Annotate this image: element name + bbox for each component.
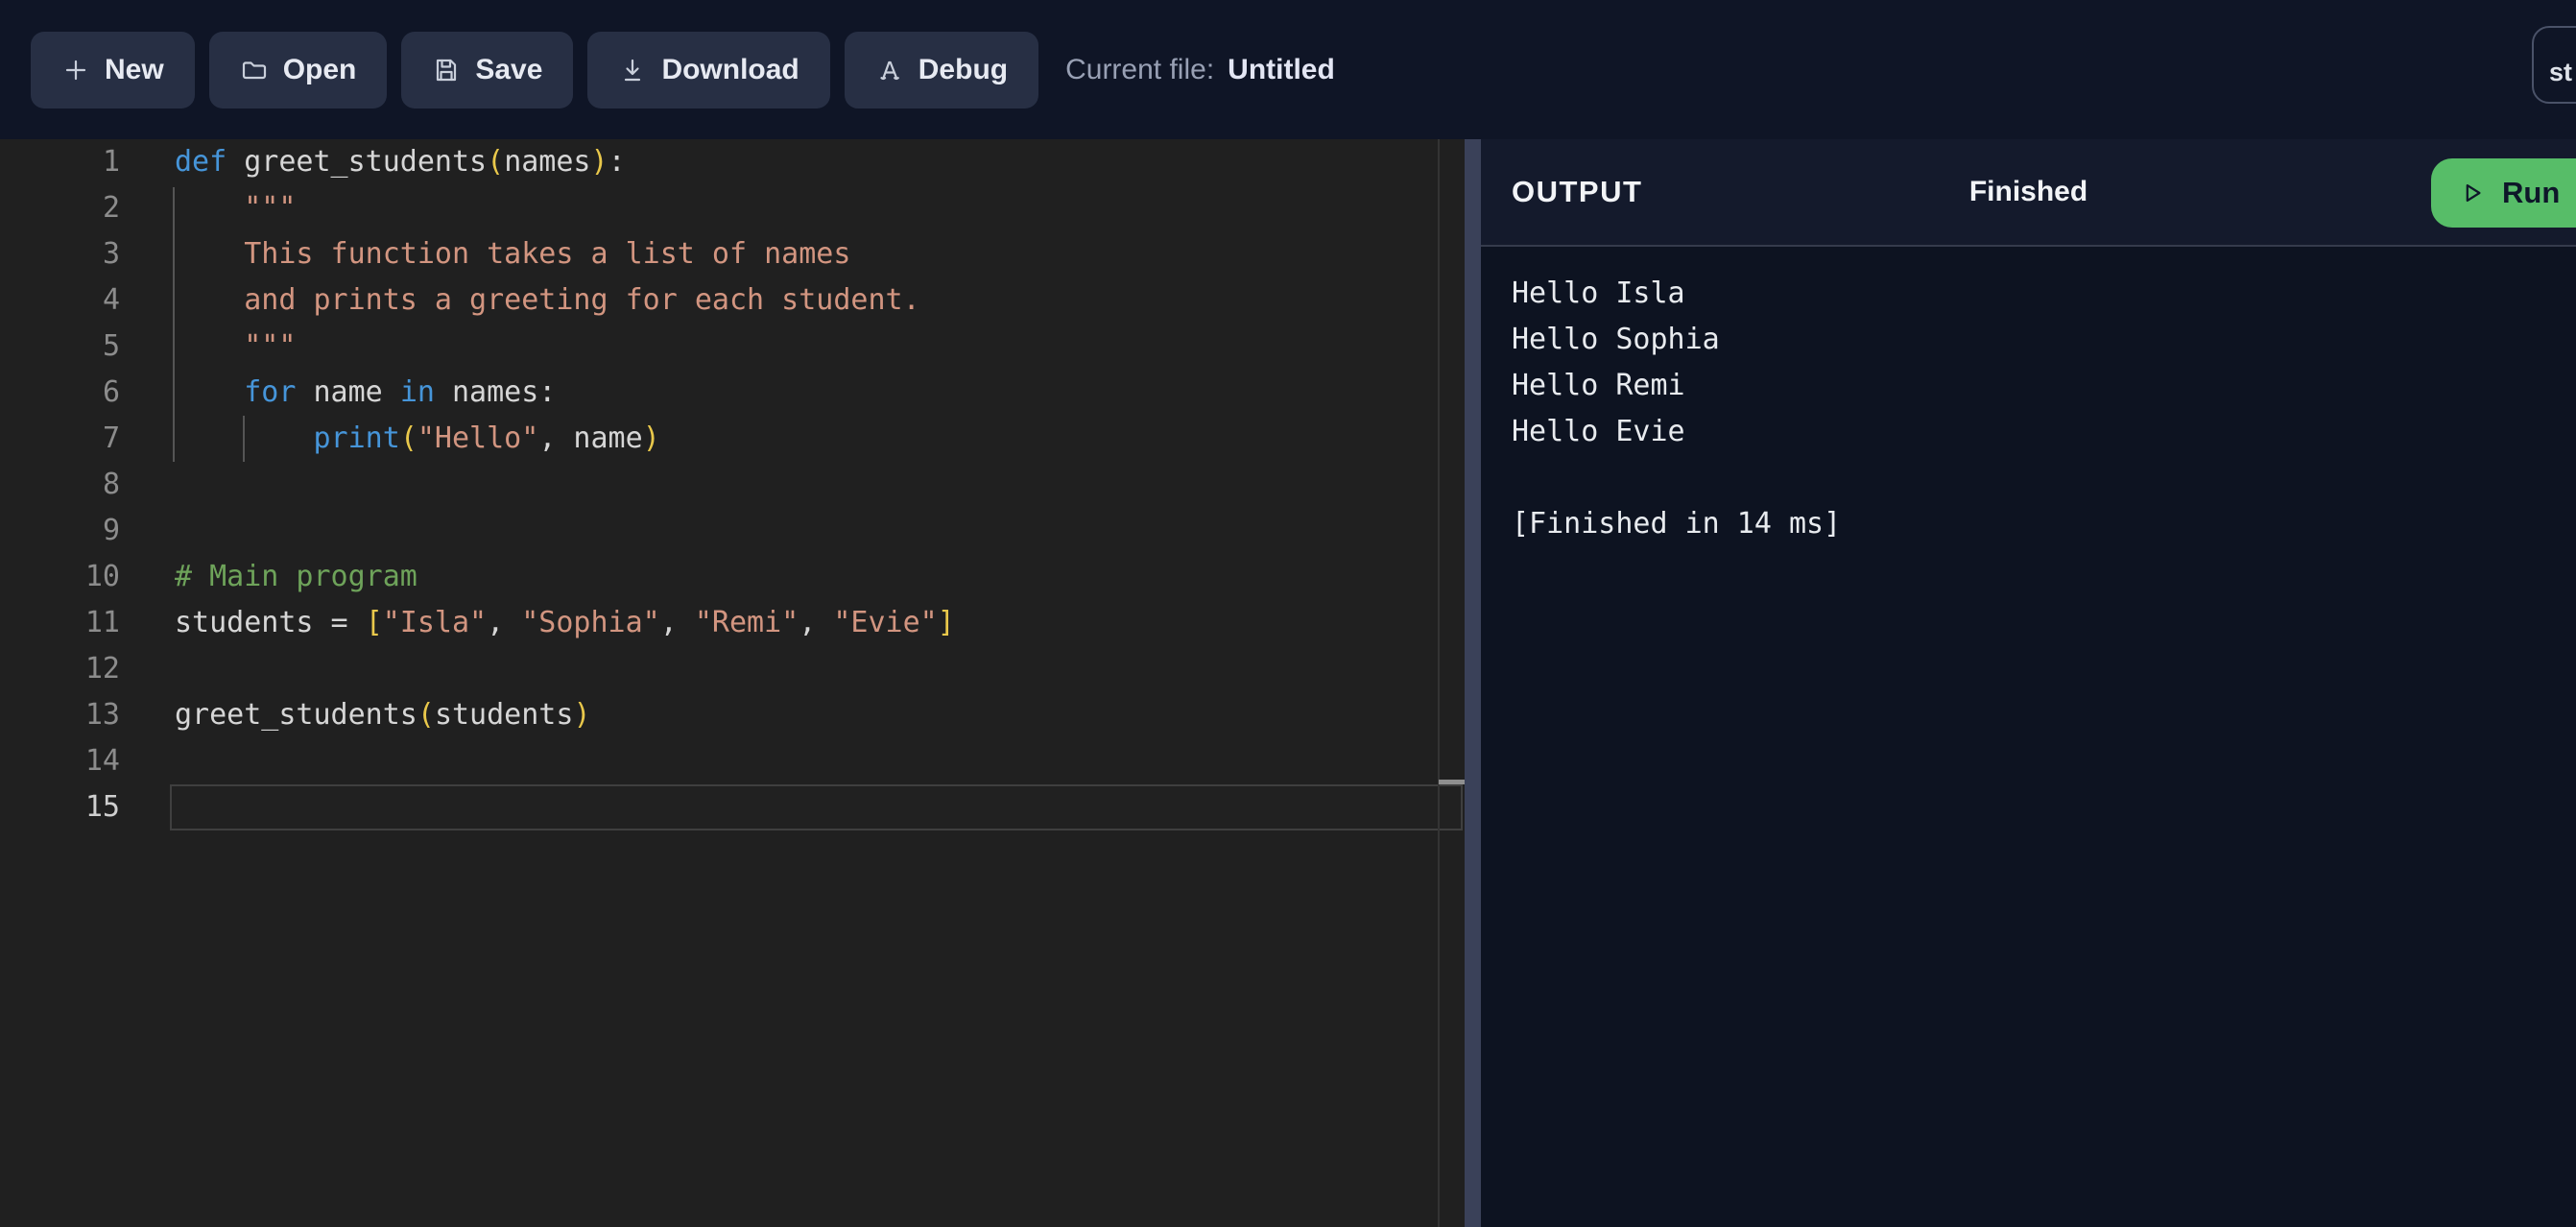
output-header: Finished OUTPUT Run bbox=[1481, 139, 2576, 247]
new-button-label: New bbox=[105, 54, 164, 86]
code-line[interactable]: """ bbox=[0, 185, 1465, 231]
horizontal-scrollbar-thumb[interactable] bbox=[1439, 780, 1465, 784]
output-content: Hello IslaHello SophiaHello RemiHello Ev… bbox=[1481, 247, 2576, 571]
code-line[interactable]: for name in names: bbox=[0, 370, 1465, 416]
save-button[interactable]: Save bbox=[401, 32, 573, 108]
run-status: Finished bbox=[1481, 176, 2576, 208]
output-line: Hello Isla bbox=[1512, 271, 2545, 317]
clipped-corner-button[interactable]: st bbox=[2532, 26, 2576, 104]
open-button-label: Open bbox=[283, 54, 357, 86]
toolbar-buttons: New Open Save Download Debug bbox=[31, 32, 1038, 108]
panel-divider[interactable] bbox=[1465, 139, 1481, 1227]
current-file: Current file: Untitled bbox=[1065, 54, 1335, 86]
current-file-label: Current file: bbox=[1065, 54, 1214, 86]
print-margin-line bbox=[1438, 139, 1440, 1227]
folder-icon bbox=[240, 56, 269, 84]
run-button-label: Run bbox=[2502, 176, 2560, 210]
debug-icon bbox=[875, 56, 904, 84]
code-editor[interactable]: 123456789101112131415 def greet_students… bbox=[0, 139, 1465, 1227]
editor-code-area[interactable]: def greet_students(names): """ This func… bbox=[0, 139, 1465, 830]
plus-icon bbox=[61, 56, 90, 84]
clipped-corner-button-label: st bbox=[2549, 58, 2572, 87]
save-button-label: Save bbox=[475, 54, 542, 86]
code-line[interactable] bbox=[0, 784, 1465, 830]
indent-guide bbox=[173, 187, 175, 462]
code-line[interactable] bbox=[0, 462, 1465, 508]
indent-guide bbox=[243, 416, 245, 462]
code-line[interactable]: print("Hello", name) bbox=[0, 416, 1465, 462]
output-line bbox=[1512, 455, 2545, 501]
output-line: [Finished in 14 ms] bbox=[1512, 501, 2545, 547]
save-icon bbox=[432, 56, 461, 84]
output-line: Hello Evie bbox=[1512, 409, 2545, 455]
code-line[interactable]: greet_students(students) bbox=[0, 692, 1465, 738]
new-button[interactable]: New bbox=[31, 32, 195, 108]
code-line[interactable]: This function takes a list of names bbox=[0, 231, 1465, 277]
download-button[interactable]: Download bbox=[587, 32, 829, 108]
download-button-label: Download bbox=[661, 54, 799, 86]
output-line: Hello Remi bbox=[1512, 363, 2545, 409]
code-line[interactable]: """ bbox=[0, 324, 1465, 370]
open-button[interactable]: Open bbox=[209, 32, 388, 108]
code-line[interactable]: # Main program bbox=[0, 554, 1465, 600]
code-line[interactable]: def greet_students(names): bbox=[0, 139, 1465, 185]
debug-button-label: Debug bbox=[918, 54, 1008, 86]
code-line[interactable] bbox=[0, 738, 1465, 784]
current-file-value: Untitled bbox=[1228, 54, 1335, 86]
code-line[interactable] bbox=[0, 508, 1465, 554]
code-line[interactable]: and prints a greeting for each student. bbox=[0, 277, 1465, 324]
code-line[interactable]: students = ["Isla", "Sophia", "Remi", "E… bbox=[0, 600, 1465, 646]
download-icon bbox=[618, 56, 647, 84]
play-icon bbox=[2458, 180, 2485, 206]
run-button[interactable]: Run bbox=[2431, 158, 2576, 228]
debug-button[interactable]: Debug bbox=[845, 32, 1038, 108]
output-panel: Finished OUTPUT Run Hello IslaHello Soph… bbox=[1481, 139, 2576, 1227]
code-line[interactable] bbox=[0, 646, 1465, 692]
output-line: Hello Sophia bbox=[1512, 317, 2545, 363]
toolbar: New Open Save Download Debug Current file: U… bbox=[0, 0, 2576, 139]
